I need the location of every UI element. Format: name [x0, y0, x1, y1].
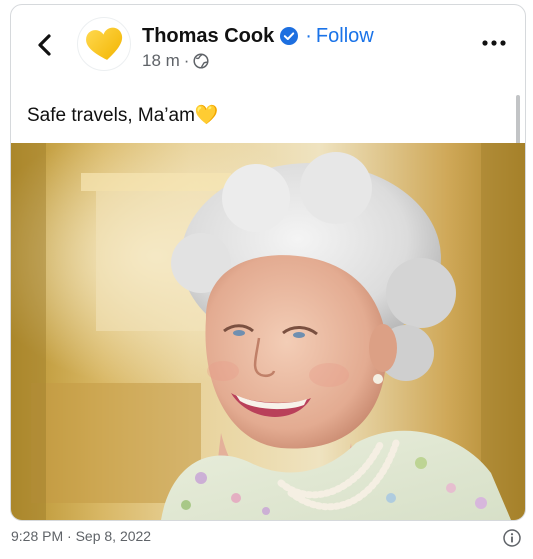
author-row: Thomas Cook · Follow [142, 22, 374, 50]
heart-logo-icon [86, 27, 123, 60]
post-card: Thomas Cook · Follow 18 m · Safe travels… [10, 4, 526, 521]
follow-button[interactable]: Follow [316, 25, 374, 48]
post-meta: 18 m · [142, 51, 210, 71]
info-icon[interactable] [503, 529, 521, 547]
back-arrow-icon[interactable] [33, 31, 57, 59]
more-options-icon[interactable] [481, 35, 507, 51]
post-time[interactable]: 18 m [142, 51, 180, 71]
avatar[interactable] [77, 17, 131, 71]
globe-icon [193, 53, 210, 69]
separator-dot: · [305, 24, 312, 47]
post-photo[interactable] [11, 143, 525, 520]
verified-badge-icon [280, 27, 299, 45]
meta-separator: · [183, 51, 190, 70]
post-text: Safe travels, Ma’am💛 [27, 105, 219, 126]
author-name[interactable]: Thomas Cook [142, 25, 274, 48]
post-timestamp: 9:28 PM · Sep 8, 2022 [11, 528, 152, 544]
